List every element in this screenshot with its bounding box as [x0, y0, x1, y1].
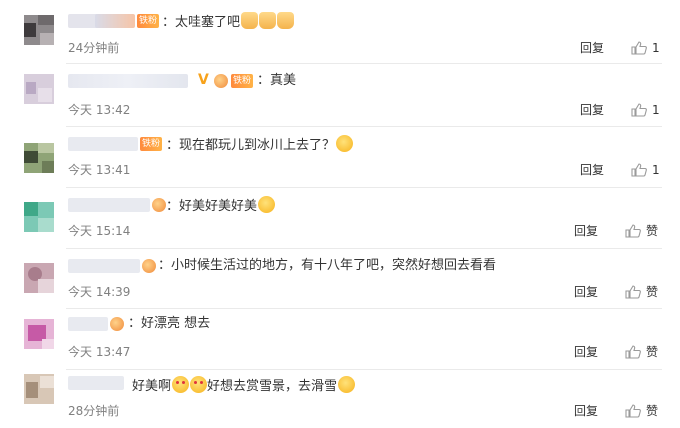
thumbs-up-emoji: [277, 12, 295, 29]
surprised-face-emoji: [258, 196, 276, 213]
like-count[interactable]: 1: [652, 41, 660, 55]
comment-time: 28分钟前: [68, 404, 120, 418]
comment-item: V 铁粉 ：真美 今天 13:42 回复 1: [0, 64, 680, 126]
avatar[interactable]: [24, 263, 54, 293]
thumbs-up-icon[interactable]: [631, 163, 647, 177]
avatar[interactable]: [24, 74, 54, 104]
medal-icon: [142, 259, 156, 273]
username-blurred[interactable]: [68, 137, 138, 151]
username-blurred[interactable]: [68, 259, 140, 273]
like-button-label[interactable]: 赞: [646, 285, 658, 299]
like-count[interactable]: 1: [652, 163, 660, 177]
comment-text: ：小时候生活过的地方，有十八年了吧，突然好想回去看看: [158, 258, 497, 273]
comment-time: 今天 13:41: [68, 163, 131, 177]
medal-icon: [110, 317, 124, 331]
comment-text: ：真美: [257, 73, 297, 88]
thumbs-up-icon[interactable]: [625, 224, 641, 238]
avatar[interactable]: [24, 15, 54, 45]
comment-item: 铁粉 ：现在都玩儿到冰川上去了？ 今天 13:41 回复 1: [0, 127, 680, 189]
medal-icon: [214, 74, 228, 88]
username-blurred[interactable]: [68, 317, 108, 331]
avatar[interactable]: [24, 319, 54, 349]
comment-time: 24分钟前: [68, 41, 120, 55]
like-button-label[interactable]: 赞: [646, 345, 658, 359]
reply-button[interactable]: 回复: [574, 345, 598, 359]
comment-item: 铁粉 ：太哇塞了吧 24分钟前 回复 1: [0, 0, 680, 62]
fan-badge: 铁粉: [140, 137, 163, 151]
username-blurred[interactable]: [95, 14, 135, 28]
thumbs-up-icon[interactable]: [631, 41, 647, 55]
comment-time: 今天 13:47: [68, 345, 131, 359]
fan-badge: 铁粉: [231, 74, 254, 88]
comment-list: 铁粉 ：太哇塞了吧 24分钟前 回复 1 V 铁粉 ：真美 今天 13:42 回…: [0, 0, 680, 428]
comment-time: 今天 14:39: [68, 285, 131, 299]
username-blurred[interactable]: [68, 198, 150, 212]
like-button-label[interactable]: 赞: [646, 404, 658, 418]
love-eyes-emoji: [190, 376, 208, 393]
reply-button[interactable]: 回复: [574, 224, 598, 238]
avatar[interactable]: [24, 143, 54, 173]
username-blurred[interactable]: [68, 74, 188, 88]
comment-text: ：好漂亮 想去: [128, 316, 211, 331]
comment-item: ：好漂亮 想去 今天 13:47 回复 赞: [0, 309, 680, 369]
surprised-face-emoji: [338, 376, 356, 393]
comment-time: 今天 15:14: [68, 224, 131, 238]
comment-item: ：小时候生活过的地方，有十八年了吧，突然好想回去看看 今天 14:39 回复 赞: [0, 249, 680, 309]
comment-time: 今天 13:42: [68, 103, 131, 117]
comment-text: ：太哇塞了吧: [162, 12, 295, 32]
reply-button[interactable]: 回复: [580, 41, 604, 55]
thumbs-up-emoji: [241, 12, 259, 29]
comment-item: 好美啊 好想去赏雪景，去滑雪 28分钟前 回复 赞: [0, 370, 680, 428]
like-button-label[interactable]: 赞: [646, 224, 658, 238]
reply-button[interactable]: 回复: [574, 285, 598, 299]
reply-button[interactable]: 回复: [580, 103, 604, 117]
thumbs-up-icon[interactable]: [631, 103, 647, 117]
thumbs-up-icon[interactable]: [625, 345, 641, 359]
vip-v-icon: V: [198, 72, 209, 88]
thumbs-up-icon[interactable]: [625, 404, 641, 418]
reply-button[interactable]: 回复: [574, 404, 598, 418]
surprised-face-emoji: [336, 135, 354, 152]
comment-text: ：现在都玩儿到冰川上去了？: [166, 135, 354, 155]
avatar[interactable]: [24, 374, 54, 404]
comment-text: 好美啊 好想去赏雪景，去滑雪: [132, 376, 356, 396]
avatar[interactable]: [24, 202, 54, 232]
love-eyes-emoji: [172, 376, 190, 393]
reply-button[interactable]: 回复: [580, 163, 604, 177]
thumbs-up-emoji: [259, 12, 277, 29]
fan-badge: 铁粉: [137, 14, 160, 28]
comment-item: ：好美好美好美 今天 15:14 回复 赞: [0, 188, 680, 248]
like-count[interactable]: 1: [652, 103, 660, 117]
thumbs-up-icon[interactable]: [625, 285, 641, 299]
username-blurred[interactable]: [68, 376, 124, 390]
medal-icon: [152, 198, 166, 212]
comment-text: ：好美好美好美: [166, 196, 276, 216]
